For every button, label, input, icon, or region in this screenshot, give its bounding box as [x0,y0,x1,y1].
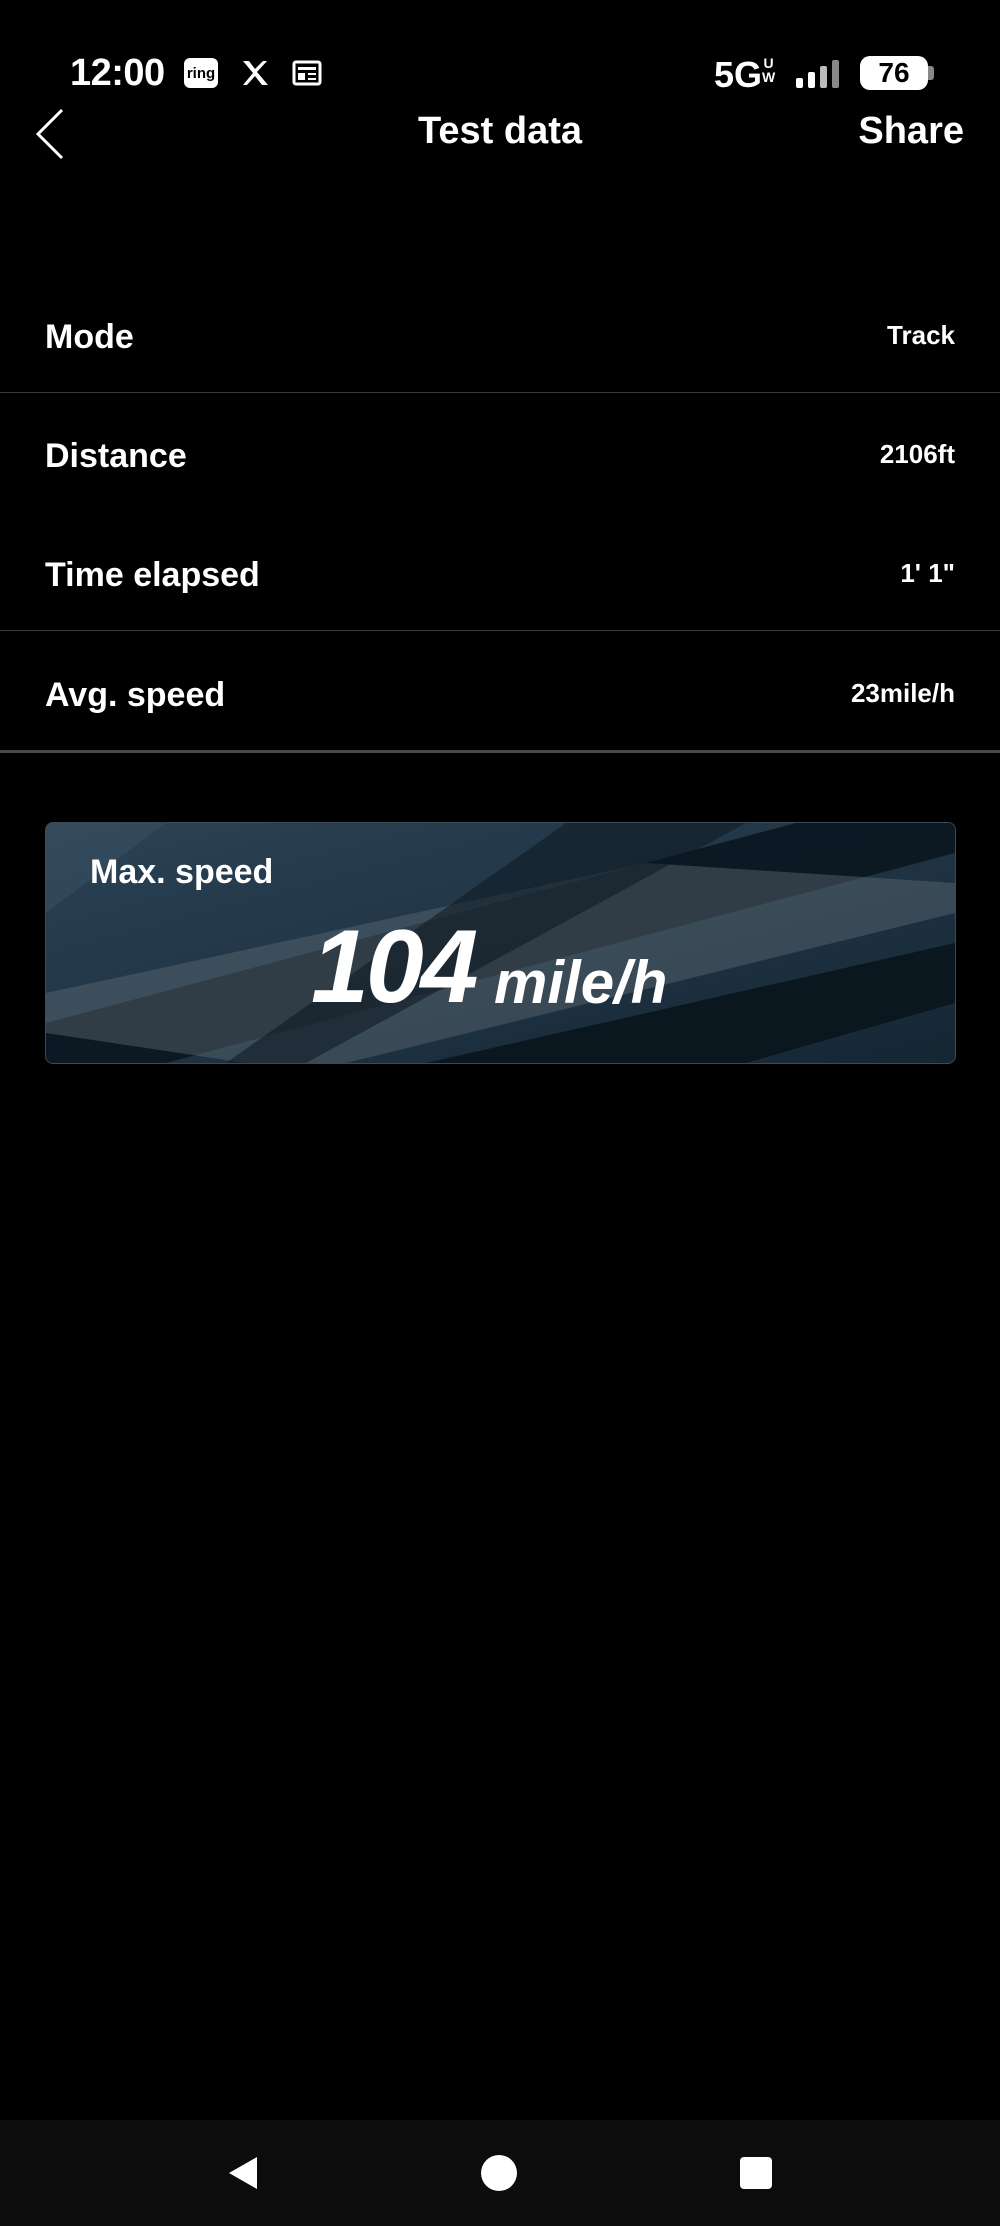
nav-back-button[interactable] [193,2120,293,2226]
network-sub: UW [762,55,776,85]
share-button[interactable]: Share [858,110,964,153]
distance-value: 2106ft [879,439,955,469]
max-speed-value: 104 [311,909,479,1025]
mode-label: Mode [45,318,134,356]
ring-icon: ring [184,58,218,88]
max-speed-label: Max. speed [90,853,274,891]
x-icon [238,56,272,90]
nav-home-button[interactable] [449,2120,549,2226]
distance-label: Distance [45,437,187,475]
divider [0,750,1000,753]
divider [0,630,1000,631]
avg-speed-label: Avg. speed [45,676,226,714]
signal-icon [796,60,839,88]
avg-speed-value: 23mile/h [850,678,955,708]
max-speed-card: Max. speed 104 mile/h [45,822,956,1064]
news-icon [290,56,324,90]
home-circle-icon [481,2155,517,2191]
page-title: Test data [417,110,582,152]
status-time: 12:00 [70,52,165,94]
battery-icon: 76 [860,56,928,90]
recents-square-icon [740,2157,772,2189]
network-type: 5G [714,54,763,95]
nav-recents-button[interactable] [706,2120,806,2226]
back-triangle-icon [229,2157,257,2189]
time-elapsed-label: Time elapsed [45,556,260,594]
system-nav-bar [0,2120,1000,2226]
battery-tip [928,66,934,80]
max-speed-unit: mile/h [494,949,668,1016]
time-elapsed-value: 1' 1" [900,558,955,588]
mode-value: Track [887,320,955,350]
divider [0,392,1000,393]
